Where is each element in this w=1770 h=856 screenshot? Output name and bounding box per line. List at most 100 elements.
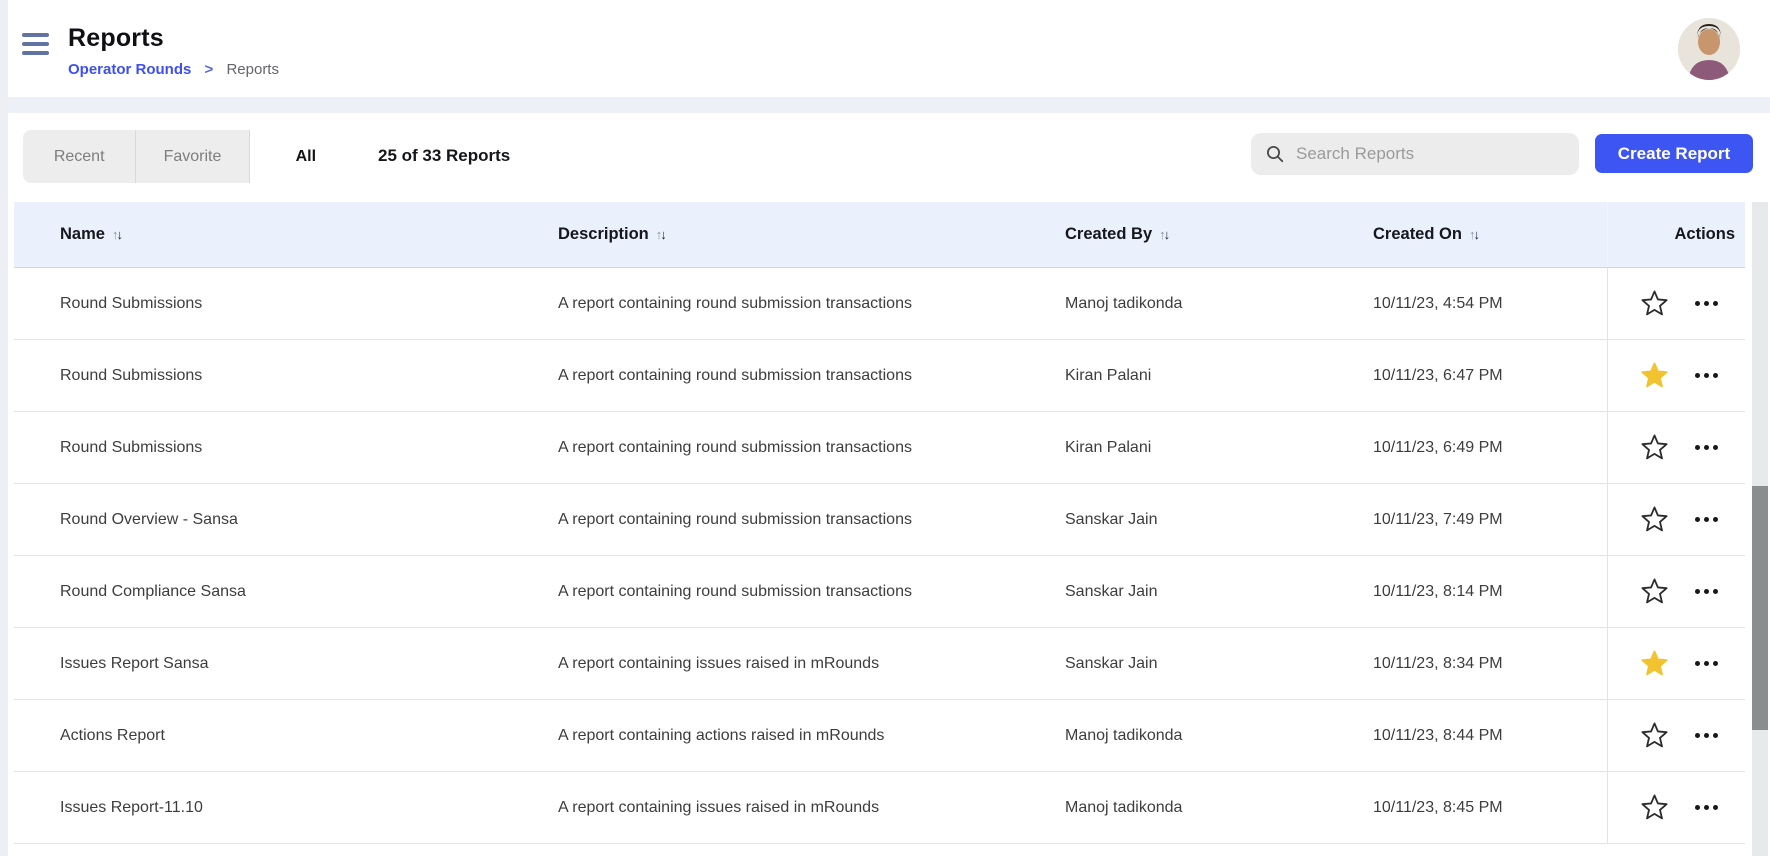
row-actions <box>1607 412 1751 483</box>
table-row[interactable]: Issues Report-11.10 A report containing … <box>14 772 1745 844</box>
column-header-created-by[interactable]: Created By↑↓ <box>1065 225 1373 244</box>
avatar-image <box>1678 18 1740 80</box>
report-name: Round Submissions <box>60 367 558 385</box>
page-title: Reports <box>68 24 279 53</box>
column-header-created-on[interactable]: Created On↑↓ <box>1373 225 1607 244</box>
favorite-star-button[interactable] <box>1637 359 1671 393</box>
report-created-by: Sanskar Jain <box>1065 655 1373 673</box>
table-row[interactable]: Round Submissions A report containing ro… <box>14 268 1745 340</box>
report-count: 25 of 33 Reports <box>378 146 510 166</box>
favorite-star-button[interactable] <box>1637 719 1671 753</box>
header-gap-band <box>8 97 1770 113</box>
report-description: A report containing issues raised in mRo… <box>558 799 1065 817</box>
reports-table: Name↑↓ Description↑↓ Created By↑↓ Create… <box>14 202 1745 844</box>
star-icon <box>1640 361 1669 390</box>
row-menu-button[interactable] <box>1691 509 1722 530</box>
table-row[interactable]: Actions Report A report containing actio… <box>14 700 1745 772</box>
report-created-by: Kiran Palani <box>1065 367 1373 385</box>
menu-icon[interactable] <box>22 31 50 57</box>
top-header: Reports Operator Rounds > Reports <box>8 0 1770 97</box>
table-row[interactable]: Issues Report Sansa A report containing … <box>14 628 1745 700</box>
row-menu-button[interactable] <box>1691 653 1722 674</box>
favorite-star-button[interactable] <box>1637 647 1671 681</box>
title-block: Reports Operator Rounds > Reports <box>68 24 279 78</box>
report-created-on: 10/11/23, 6:49 PM <box>1373 439 1607 457</box>
table-row[interactable]: Round Compliance Sansa A report containi… <box>14 556 1745 628</box>
breadcrumb-current: Reports <box>226 61 279 78</box>
report-name: Round Overview - Sansa <box>60 511 558 529</box>
row-menu-button[interactable] <box>1691 581 1722 602</box>
vertical-scrollbar[interactable] <box>1752 202 1768 856</box>
report-created-on: 10/11/23, 8:14 PM <box>1373 583 1607 601</box>
search-icon <box>1265 144 1285 164</box>
report-created-by: Sanskar Jain <box>1065 511 1373 529</box>
star-icon <box>1640 577 1669 606</box>
column-header-name[interactable]: Name↑↓ <box>60 225 558 244</box>
row-menu-button[interactable] <box>1691 725 1722 746</box>
favorite-star-button[interactable] <box>1637 287 1671 321</box>
report-description: A report containing round submission tra… <box>558 439 1065 457</box>
report-description: A report containing issues raised in mRo… <box>558 655 1065 673</box>
star-icon <box>1640 289 1669 318</box>
favorite-star-button[interactable] <box>1637 575 1671 609</box>
breadcrumb-link-operator-rounds[interactable]: Operator Rounds <box>68 61 191 78</box>
row-menu-button[interactable] <box>1691 365 1722 386</box>
report-description: A report containing round submission tra… <box>558 295 1065 313</box>
left-edge-strip <box>0 0 8 856</box>
table-row[interactable]: Round Submissions A report containing ro… <box>14 412 1745 484</box>
user-avatar[interactable] <box>1678 18 1740 80</box>
report-description: A report containing round submission tra… <box>558 367 1065 385</box>
report-created-on: 10/11/23, 6:47 PM <box>1373 367 1607 385</box>
report-name: Round Compliance Sansa <box>60 583 558 601</box>
scrollbar-thumb[interactable] <box>1752 486 1768 730</box>
tab-all[interactable]: All <box>250 130 362 183</box>
report-created-by: Kiran Palani <box>1065 439 1373 457</box>
star-icon <box>1640 433 1669 462</box>
row-actions <box>1607 700 1751 771</box>
report-description: A report containing actions raised in mR… <box>558 727 1065 745</box>
table-body: Round Submissions A report containing ro… <box>14 268 1745 844</box>
row-actions <box>1607 268 1751 339</box>
report-description: A report containing round submission tra… <box>558 583 1065 601</box>
report-description: A report containing round submission tra… <box>558 511 1065 529</box>
report-created-on: 10/11/23, 8:45 PM <box>1373 799 1607 817</box>
table-row[interactable]: Round Submissions A report containing ro… <box>14 340 1745 412</box>
search-input[interactable] <box>1296 144 1565 164</box>
row-actions <box>1607 772 1751 843</box>
report-name: Issues Report-11.10 <box>60 799 558 817</box>
report-created-on: 10/11/23, 8:34 PM <box>1373 655 1607 673</box>
star-icon <box>1640 505 1669 534</box>
row-menu-button[interactable] <box>1691 293 1722 314</box>
report-created-on: 10/11/23, 7:49 PM <box>1373 511 1607 529</box>
content-area: Recent Favorite All 25 of 33 Reports Cre… <box>8 113 1770 856</box>
report-created-by: Manoj tadikonda <box>1065 295 1373 313</box>
table-row[interactable]: Round Overview - Sansa A report containi… <box>14 484 1745 556</box>
column-header-description[interactable]: Description↑↓ <box>558 225 1065 244</box>
report-created-by: Manoj tadikonda <box>1065 799 1373 817</box>
report-name: Actions Report <box>60 727 558 745</box>
report-name: Issues Report Sansa <box>60 655 558 673</box>
report-created-on: 10/11/23, 4:54 PM <box>1373 295 1607 313</box>
report-created-by: Manoj tadikonda <box>1065 727 1373 745</box>
sort-icon: ↑↓ <box>112 227 121 242</box>
create-report-button[interactable]: Create Report <box>1595 134 1753 173</box>
report-filter-tabs: Recent Favorite All <box>23 130 362 183</box>
row-actions <box>1607 484 1751 555</box>
report-created-on: 10/11/23, 8:44 PM <box>1373 727 1607 745</box>
favorite-star-button[interactable] <box>1637 503 1671 537</box>
row-actions <box>1607 628 1751 699</box>
row-menu-button[interactable] <box>1691 797 1722 818</box>
report-created-by: Sanskar Jain <box>1065 583 1373 601</box>
sort-icon: ↑↓ <box>1469 227 1478 242</box>
search-box[interactable] <box>1251 133 1579 175</box>
star-icon <box>1640 721 1669 750</box>
tab-recent[interactable]: Recent <box>23 130 136 183</box>
favorite-star-button[interactable] <box>1637 791 1671 825</box>
row-actions <box>1607 340 1751 411</box>
row-actions <box>1607 556 1751 627</box>
table-header: Name↑↓ Description↑↓ Created By↑↓ Create… <box>14 202 1745 268</box>
favorite-star-button[interactable] <box>1637 431 1671 465</box>
sort-icon: ↑↓ <box>1159 227 1168 242</box>
tab-favorite[interactable]: Favorite <box>136 130 249 183</box>
row-menu-button[interactable] <box>1691 437 1722 458</box>
